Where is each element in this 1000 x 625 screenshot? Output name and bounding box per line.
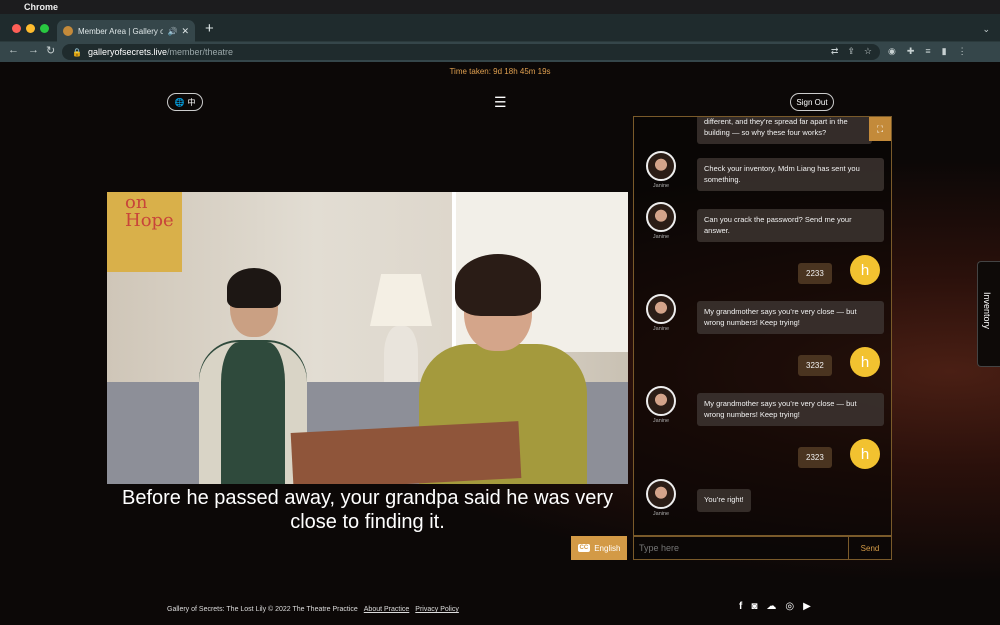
video-player[interactable]: on Hope xyxy=(107,192,628,484)
closed-captions-icon: CC xyxy=(577,544,591,552)
share-icon[interactable]: ⇪ xyxy=(847,46,855,57)
leather-box xyxy=(290,421,522,484)
user-chat-bubble: 2233 xyxy=(798,263,832,284)
user-avatar: h xyxy=(850,255,880,285)
back-icon[interactable]: ← xyxy=(8,44,19,56)
language-label: 中 xyxy=(187,97,196,107)
wall-poster: on Hope xyxy=(107,192,182,272)
user-avatar: h xyxy=(850,347,880,377)
new-tab-button[interactable]: + xyxy=(205,20,214,37)
video-subtitle: Before he passed away, your grandpa said… xyxy=(121,487,614,533)
translate-icon[interactable]: ⇄ xyxy=(831,46,839,57)
chat-panel[interactable]: ⛶ different, and they’re spread far apar… xyxy=(633,116,892,536)
app-name[interactable]: Chrome xyxy=(24,2,58,12)
tab-search-icon[interactable]: ⌄ xyxy=(982,24,990,35)
extensions-icon[interactable]: ✚ xyxy=(907,46,915,57)
older-woman-cardigan xyxy=(199,342,307,484)
user-avatar: h xyxy=(850,439,880,469)
chat-bubble: Check your inventory, Mdm Liang has sent… xyxy=(697,158,884,191)
chat-input[interactable] xyxy=(633,536,848,560)
side-panel-icon[interactable]: ▮ xyxy=(942,46,947,57)
timer-label: Time taken: 9d 18h 45m 19s xyxy=(449,67,551,76)
url-host: galleryofsecrets.live xyxy=(87,47,167,57)
privacy-link[interactable]: Privacy Policy xyxy=(415,606,459,613)
browser-toolbar: ← → ↻ 🔒 galleryofsecrets.live/member/the… xyxy=(0,42,1000,62)
npc-avatar xyxy=(646,151,676,181)
instagram-icon[interactable]: ◙ xyxy=(751,601,757,612)
sign-out-button[interactable]: Sign Out xyxy=(790,93,834,111)
browser-tab-strip: Member Area | Gallery of Se 🔊 ✕ + ⌄ xyxy=(0,14,1000,42)
npc-avatar xyxy=(646,386,676,416)
npc-name: Janine xyxy=(652,326,670,332)
url-path: /member/theatre xyxy=(167,47,234,57)
tab-title: Member Area | Gallery of Se xyxy=(78,26,164,36)
camera-extension-icon[interactable]: ◉ xyxy=(888,46,896,57)
browser-tab-active[interactable]: Member Area | Gallery of Se 🔊 ✕ xyxy=(57,20,195,42)
wechat-icon[interactable]: ☁ xyxy=(766,601,776,612)
minimize-window-button[interactable] xyxy=(26,24,35,33)
youtube-icon[interactable]: ▶ xyxy=(803,601,811,612)
audio-playing-icon[interactable]: 🔊 xyxy=(167,27,177,36)
footer: Gallery of Secrets: The Lost Lily © 2022… xyxy=(167,606,459,613)
older-woman-hair xyxy=(227,268,281,308)
npc-name: Janine xyxy=(652,418,670,424)
npc-avatar xyxy=(646,479,676,509)
forward-icon[interactable]: → xyxy=(28,44,39,56)
social-links: f ◙ ☁ ◎ ▶ xyxy=(739,601,811,612)
menu-icon[interactable]: ☰ xyxy=(494,94,507,111)
expand-icon[interactable]: ⛶ xyxy=(869,117,891,141)
younger-woman-hair xyxy=(455,254,541,316)
address-bar[interactable]: 🔒 galleryofsecrets.live/member/theatre ⇄… xyxy=(62,44,880,60)
user-chat-bubble: 2323 xyxy=(798,447,832,468)
page-content: Time taken: 9d 18h 45m 19s 🌐 中 ☰ Sign Ou… xyxy=(0,62,1000,625)
chat-bubble: different, and they’re spread far apart … xyxy=(697,117,872,144)
about-link[interactable]: About Practice xyxy=(364,606,410,613)
npc-avatar xyxy=(646,294,676,324)
subtitle-language-label: English xyxy=(594,543,621,553)
os-menu-bar: Chrome xyxy=(0,0,1000,14)
lock-icon[interactable]: 🔒 xyxy=(72,48,82,57)
npc-name: Janine xyxy=(652,183,670,189)
chat-bubble: My grandmother says you’re very close — … xyxy=(697,301,884,334)
npc-avatar xyxy=(646,202,676,232)
media-control-icon[interactable]: ≡ xyxy=(925,46,930,57)
npc-name: Janine xyxy=(652,234,670,240)
npc-name: Janine xyxy=(652,511,670,517)
chat-bubble: My grandmother says you’re very close — … xyxy=(697,393,884,426)
favicon-icon xyxy=(63,26,73,36)
language-switch-button[interactable]: 🌐 中 xyxy=(167,93,203,111)
chat-bubble: Can you crack the password? Send me your… xyxy=(697,209,884,242)
maximize-window-button[interactable] xyxy=(40,24,49,33)
close-window-button[interactable] xyxy=(12,24,21,33)
user-chat-bubble: 3232 xyxy=(798,355,832,376)
bookmark-star-icon[interactable]: ☆ xyxy=(864,46,872,57)
inventory-label: Inventory xyxy=(982,292,992,330)
browser-menu-icon[interactable]: ⋮ xyxy=(958,46,967,57)
globe-icon: 🌐 xyxy=(174,97,185,107)
poster-text: on Hope xyxy=(125,192,174,231)
send-button[interactable]: Send xyxy=(848,536,892,560)
reload-icon[interactable]: ↻ xyxy=(46,44,55,57)
copyright-text: Gallery of Secrets: The Lost Lily © 2022… xyxy=(167,606,358,613)
close-tab-icon[interactable]: ✕ xyxy=(181,26,189,37)
subtitle-language-button[interactable]: CC English xyxy=(571,536,627,560)
chat-bubble: You’re right! xyxy=(697,489,751,512)
inventory-tab[interactable]: Inventory xyxy=(977,261,1000,367)
weibo-icon[interactable]: ◎ xyxy=(785,601,794,612)
facebook-icon[interactable]: f xyxy=(739,601,742,612)
